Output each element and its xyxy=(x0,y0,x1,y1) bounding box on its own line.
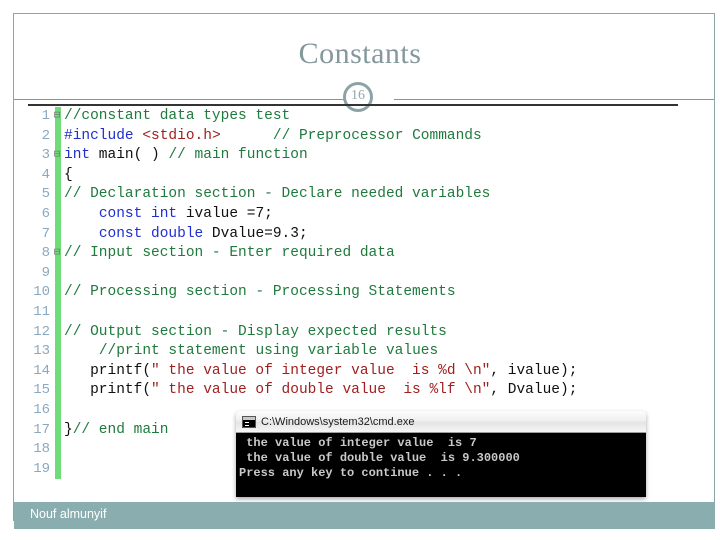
code-line: 2 #include <stdio.h> // Preprocessor Comm… xyxy=(20,127,700,147)
line-number: 17 xyxy=(33,421,50,438)
code-text: #include <stdio.h> // Preprocessor Comma… xyxy=(64,127,482,147)
line-number: 7 xyxy=(41,225,50,242)
line-number: 14 xyxy=(33,362,50,379)
code-token-comment: // Input section - Enter required data xyxy=(64,245,395,262)
code-text: printf(" the value of double value is %l… xyxy=(64,381,577,401)
code-token-plain: Dvalue=9.3; xyxy=(203,225,308,242)
code-token-string: " the value of double value is %lf \n" xyxy=(151,382,491,399)
code-token-comment: // Output section - Display expected res… xyxy=(64,323,447,340)
line-number: 15 xyxy=(33,382,50,399)
code-token-include: <stdio.h> xyxy=(142,127,221,144)
code-line: 15 printf(" the value of double value is… xyxy=(20,381,700,401)
code-line: 1 ⊟//constant data types test xyxy=(20,107,700,127)
console-title-text: C:\Windows\system32\cmd.exe xyxy=(261,415,415,428)
line-number: 5 xyxy=(41,186,50,203)
code-line: 8 ⊟// Input section - Enter required data xyxy=(20,244,700,264)
code-token-plain: , Dvalue); xyxy=(490,382,578,399)
console-output-line: the value of double value is 9.300000 xyxy=(239,451,520,465)
line-number: 11 xyxy=(33,303,50,320)
code-line: 9 xyxy=(20,264,700,284)
code-line: 7 const double Dvalue=9.3; xyxy=(20,225,700,245)
code-line: 5 // Declaration section - Declare needed… xyxy=(20,185,700,205)
code-token-preprocessor: #include xyxy=(64,127,143,144)
code-token-string: " the value of integer value is %d \n" xyxy=(151,362,491,379)
code-line: 10 // Processing section - Processing Sta… xyxy=(20,283,700,303)
code-token-plain: ivalue =7; xyxy=(177,205,273,222)
line-number: 19 xyxy=(33,460,50,477)
line-number: 10 xyxy=(33,284,50,301)
fold-toggle-icon[interactable]: ⊟ xyxy=(50,107,64,127)
code-text: //print statement using variable values xyxy=(64,342,438,362)
code-line: 6 const int ivalue =7; xyxy=(20,205,700,225)
code-token-plain: } xyxy=(64,421,73,438)
page-number: 16 xyxy=(351,88,365,103)
code-token-comment: // Declaration section - Declare needed … xyxy=(64,186,491,203)
cmd-icon xyxy=(242,415,256,428)
code-token-comment: // Preprocessor Commands xyxy=(272,127,482,144)
code-token-plain: printf( xyxy=(64,362,152,379)
code-token-plain: printf( xyxy=(64,382,152,399)
line-number: 6 xyxy=(41,205,50,222)
fold-toggle-icon[interactable]: ⊟ xyxy=(50,244,64,264)
code-token-comment: // Processing section - Processing State… xyxy=(64,284,456,301)
line-number: 16 xyxy=(33,401,50,418)
code-token-comment: // end main xyxy=(72,421,169,438)
line-number: 18 xyxy=(33,441,50,458)
code-token-comment: //constant data types test xyxy=(64,108,291,124)
code-text: }// end main xyxy=(64,421,168,441)
code-line: 13 //print statement using variable valu… xyxy=(20,342,700,362)
console-output-line: Press any key to continue . . . xyxy=(239,466,463,480)
line-number: 3 xyxy=(41,147,50,164)
code-token-plain: { xyxy=(64,166,73,183)
code-line: 12 // Output section - Display expected r… xyxy=(20,323,700,343)
code-text: const int ivalue =7; xyxy=(64,205,273,225)
line-number: 4 xyxy=(41,166,50,183)
code-text: //constant data types test xyxy=(64,107,290,127)
code-text: // Declaration section - Declare needed … xyxy=(64,185,490,205)
code-text: // Output section - Display expected res… xyxy=(64,323,447,343)
divider-left-segment xyxy=(14,99,344,100)
code-token-keyword: const int xyxy=(98,205,178,222)
code-line: 3 ⊟ int main( ) // main function xyxy=(20,146,700,166)
console-titlebar[interactable]: C:\Windows\system32\cmd.exe xyxy=(236,411,646,433)
fold-toggle-icon[interactable]: ⊟ xyxy=(50,146,64,166)
line-number: 8 xyxy=(41,245,50,262)
code-top-rule xyxy=(28,104,678,106)
line-number: 13 xyxy=(33,343,50,360)
page-title: Constants xyxy=(298,37,422,70)
code-line: 4{ xyxy=(20,166,700,186)
code-token-comment: //print statement using variable values xyxy=(98,343,439,360)
code-line: 14 printf(" the value of integer value i… xyxy=(20,362,700,382)
code-text: printf(" the value of integer value is %… xyxy=(64,362,577,382)
code-token-plain: , ivalue); xyxy=(490,362,578,379)
footer-author: Nouf almunyif xyxy=(30,507,107,521)
line-number: 2 xyxy=(41,127,50,144)
footer-bar xyxy=(14,502,715,529)
line-number: 9 xyxy=(41,264,50,281)
line-number: 1 xyxy=(41,108,50,124)
divider-right-segment xyxy=(394,99,714,100)
code-text: int main( ) // main function xyxy=(64,146,308,166)
code-text: // Processing section - Processing State… xyxy=(64,283,456,303)
code-line: 11 xyxy=(20,303,700,323)
code-token-keyword: int xyxy=(64,147,91,164)
console-output: the value of integer value is 7 the valu… xyxy=(236,433,646,497)
line-number: 12 xyxy=(33,323,50,340)
code-text: { xyxy=(64,166,73,186)
console-window[interactable]: C:\Windows\system32\cmd.exe the value of… xyxy=(236,411,646,497)
code-text: const double Dvalue=9.3; xyxy=(64,225,308,245)
code-token-keyword: const double xyxy=(98,225,204,242)
code-text: // Input section - Enter required data xyxy=(64,244,395,264)
presentation-slide: Constants 16 1 ⊟//constant data types tes… xyxy=(0,0,720,540)
code-token-comment: // main function xyxy=(168,147,308,164)
console-output-line: the value of integer value is 7 xyxy=(239,436,477,450)
code-token-plain: main( ) xyxy=(90,147,169,164)
